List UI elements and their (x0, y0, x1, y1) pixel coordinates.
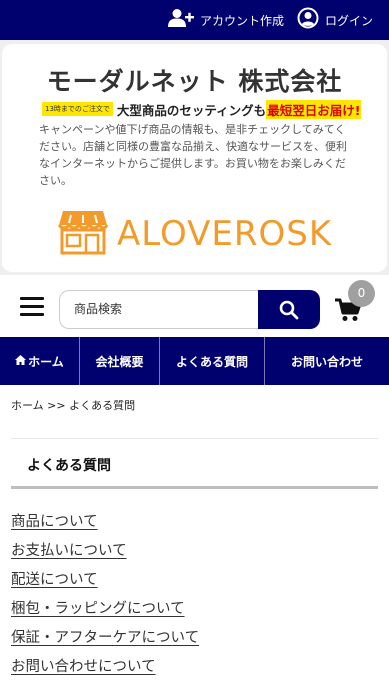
company-name: モーダルネット 株式会社 (46, 67, 343, 96)
nav-item-label: ホーム (28, 354, 64, 369)
banner-description: キャンペーンや値下げ商品の情報も、是非チェックしてみてください。店舗と同様の豊富… (39, 123, 347, 187)
divider (11, 438, 378, 439)
store-logo[interactable]: ALOVEROSK (57, 209, 337, 259)
faq-link-warranty[interactable]: 保証・アフターケアについて (11, 630, 199, 646)
faq-link-packaging[interactable]: 梱包・ラッピングについて (11, 601, 185, 617)
account-create-link[interactable]: アカウント作成 (168, 9, 284, 31)
home-icon (15, 354, 27, 368)
hamburger-menu-icon[interactable] (20, 297, 44, 317)
faq-link-inquiry[interactable]: お問い合わせについて (11, 659, 156, 675)
main-nav: ホーム 会社概要 よくある質問 お問い合わせ (0, 337, 389, 385)
add-user-icon (168, 8, 194, 32)
list-item: 商品について (11, 510, 199, 539)
hero-banner: モーダルネット 株式会社 13時までのご注文で 大型商品のセッティングも 最短翌… (0, 40, 389, 275)
faq-link-list: 商品について お支払いについて 配送について 梱包・ラッピングについて 保証・ア… (11, 510, 199, 684)
search-box (59, 290, 258, 329)
faq-link-payment[interactable]: お支払いについて (11, 543, 127, 559)
title-underline (11, 486, 378, 489)
search-input[interactable] (74, 302, 244, 316)
nav-item-label: よくある質問 (175, 354, 248, 369)
user-circle-icon (297, 7, 319, 33)
top-bar: アカウント作成 ログイン (0, 0, 389, 40)
nav-item-label: 会社概要 (95, 354, 144, 369)
cart-count-badge: 0 (348, 280, 375, 307)
list-item: お支払いについて (11, 539, 199, 568)
logo-text: ALOVEROSK (117, 214, 333, 254)
nav-item-faq[interactable]: よくある質問 (159, 337, 264, 385)
promo-main: 大型商品のセッティングも (116, 102, 267, 118)
breadcrumb: ホーム >> よくある質問 (11, 399, 136, 412)
list-item: お問い合わせについて (11, 655, 199, 684)
login-label: ログイン (325, 13, 374, 28)
nav-item-company[interactable]: 会社概要 (79, 337, 159, 385)
storefront-icon (57, 209, 109, 259)
list-item: 保証・アフターケアについて (11, 626, 199, 655)
search-button[interactable] (258, 290, 320, 329)
nav-item-home[interactable]: ホーム (0, 337, 79, 385)
faq-link-products[interactable]: 商品について (11, 514, 98, 530)
login-link[interactable]: ログイン (297, 7, 374, 33)
search-icon (279, 300, 299, 320)
promo-cutoff: 13時までのご注文で (42, 102, 113, 116)
account-create-label: アカウント作成 (200, 13, 285, 28)
list-item: 梱包・ラッピングについて (11, 597, 199, 626)
page-title: よくある質問 (27, 458, 111, 474)
banner-card: モーダルネット 株式会社 13時までのご注文で 大型商品のセッティングも 最短翌… (2, 44, 387, 272)
promo-highlight: 最短翌日お届け! (266, 99, 362, 119)
nav-item-contact[interactable]: お問い合わせ (264, 337, 389, 385)
list-item: 配送について (11, 568, 199, 597)
nav-item-label: お問い合わせ (290, 354, 363, 369)
faq-link-shipping[interactable]: 配送について (11, 572, 98, 588)
promo-line: 13時までのご注文で 大型商品のセッティングも 最短翌日お届け! (42, 99, 362, 119)
